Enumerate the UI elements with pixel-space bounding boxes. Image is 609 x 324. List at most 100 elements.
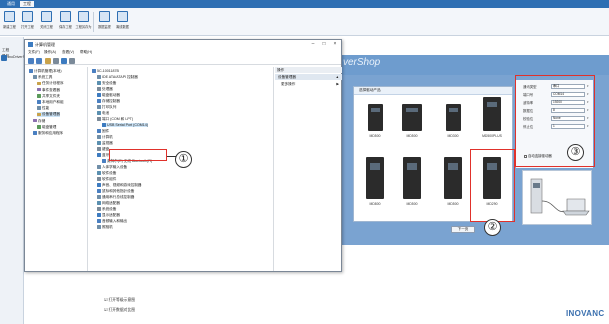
device-tree-item[interactable]: 存储控制器: [97, 99, 120, 104]
device-tree-item[interactable]: 处理器: [97, 87, 113, 92]
back-icon[interactable]: [28, 58, 34, 64]
drive-icon: [402, 104, 422, 131]
more-actions[interactable]: 更多操作: [281, 82, 295, 87]
product-md500plus[interactable]: MD500PLUS: [475, 97, 509, 138]
console-tree-item[interactable]: 服务和应用程序: [33, 131, 63, 136]
device-tree-label: USB Serial Port (COM14): [107, 123, 148, 127]
menu-help[interactable]: 帮助(H): [80, 50, 92, 55]
device-tree-item[interactable]: 安全设备: [97, 81, 116, 86]
device-tree-item[interactable]: 5C-1001187B: [92, 69, 119, 73]
console-tree-item[interactable]: 系统工具: [33, 75, 52, 80]
device-tree-item[interactable]: 系统设备: [97, 207, 116, 212]
next-page-button[interactable]: 下一页: [451, 226, 475, 233]
device-tree-item[interactable]: 软件组件: [97, 177, 116, 182]
product-panel-header: 选择驱动产品: [354, 87, 512, 95]
save-as-button[interactable]: 工程另存为: [75, 11, 92, 35]
device-tree-icon: [97, 111, 101, 115]
console-tree-item[interactable]: 事件查看器: [37, 88, 60, 93]
close-project-button[interactable]: 关闭工程: [38, 11, 55, 35]
console-tree-item[interactable]: 计算机管理(本地): [29, 69, 62, 74]
device-tree-item[interactable]: 音频输入和输出: [97, 219, 127, 224]
product-md500-a[interactable]: MD500: [358, 104, 392, 138]
device-tree-label: 通用串行总线控制器: [102, 195, 135, 199]
device-tree-item[interactable]: 固件: [97, 129, 109, 134]
console-tree-item[interactable]: 存储: [33, 119, 45, 124]
connection-diagram: [522, 170, 592, 225]
device-tree-item[interactable]: 蓝牙: [97, 153, 109, 158]
highlight-md290-product: [470, 149, 515, 222]
console-tree-item[interactable]: 设备管理器: [37, 112, 60, 118]
product-md500-b[interactable]: MD500: [395, 104, 429, 138]
device-tree-icon: [97, 189, 101, 193]
device-tree-item[interactable]: 软件设备: [97, 171, 116, 176]
product-md300[interactable]: MD300: [436, 104, 470, 138]
product-md500-d[interactable]: MD500: [436, 157, 470, 206]
product-md500-c[interactable]: MD500: [395, 157, 429, 206]
help-icon[interactable]: [61, 58, 67, 64]
console-tree-item[interactable]: 磁盘管理: [37, 125, 56, 130]
callout-3: ③: [567, 144, 584, 161]
device-tree-item[interactable]: 键盘: [97, 147, 109, 152]
device-tree-item[interactable]: 通用串行总线控制器: [97, 195, 134, 200]
console-tree-label: 计算机管理(本地): [34, 69, 62, 73]
actions-section[interactable]: 设备管理器 ▲: [275, 74, 342, 80]
save-project-button[interactable]: 保存工程: [57, 11, 74, 35]
option-open-data-compare[interactable]: ☑ 打开数据对比图: [104, 307, 135, 313]
minimize-icon[interactable]: –: [308, 41, 318, 48]
chevron-right-icon: ▶: [336, 82, 339, 86]
menu-action[interactable]: 操作(A): [44, 50, 56, 55]
device-tree-item[interactable]: 监视器: [97, 141, 113, 146]
device-tree-item[interactable]: 打印队列: [97, 105, 116, 110]
device-tree-item[interactable]: IDE ATA/ATAPI 控制器: [97, 75, 138, 80]
console-tree-item[interactable]: 共享文件夹: [37, 94, 60, 99]
device-tree-item[interactable]: 电池: [97, 111, 109, 116]
actions-header: 操作: [275, 67, 342, 73]
offline-data-button[interactable]: 离线数据: [114, 11, 131, 35]
data-monitor-button[interactable]: 数据监视: [96, 11, 113, 35]
device-tree-item[interactable]: 声音、视频和游戏控制器: [97, 183, 142, 188]
console-tree-icon: [37, 125, 41, 129]
monitor-icon[interactable]: [69, 58, 75, 64]
open-project-button[interactable]: 打开工程: [19, 11, 36, 35]
console-tree-item[interactable]: 性能: [37, 106, 49, 111]
ribbon-toolbar: 新建工程 打开工程 关闭工程 保存工程 工程另存为 数据监视 离线数据: [0, 8, 609, 36]
product-md800[interactable]: MD800: [358, 157, 392, 206]
close-icon[interactable]: ×: [330, 41, 340, 48]
device-tree-icon: [97, 75, 101, 79]
device-tree-item[interactable]: 鼠标和其他指针设备: [97, 189, 134, 194]
device-tree-label: 安全设备: [102, 81, 117, 85]
tab-general[interactable]: 通用: [4, 1, 18, 7]
properties-icon[interactable]: [53, 58, 59, 64]
device-tree-label: 端口 (COM 和 LPT): [102, 117, 134, 121]
device-tree-icon: [97, 87, 101, 91]
forward-icon[interactable]: [36, 58, 42, 64]
device-tree-item[interactable]: USB Serial Port (COM14): [102, 123, 148, 127]
menu-view[interactable]: 查看(V): [62, 50, 74, 55]
menu-file[interactable]: 文件(F): [28, 50, 40, 55]
device-tree-item[interactable]: 照相机: [97, 225, 113, 230]
maximize-icon[interactable]: □: [319, 41, 329, 48]
device-tree-icon: [97, 117, 101, 121]
console-tree-icon: [37, 87, 41, 92]
console-tree-icon: [29, 69, 33, 73]
device-tree-item[interactable]: 显示适配器: [97, 213, 120, 218]
folder-icon[interactable]: [45, 58, 51, 64]
console-tree-item[interactable]: 任务计划程序: [37, 81, 64, 86]
device-tree-item[interactable]: 磁盘驱动器: [97, 93, 120, 98]
device-tree-item[interactable]: 端口 (COM 和 LPT): [97, 117, 133, 122]
save-project-icon: [60, 11, 71, 22]
console-tree-icon: [37, 100, 41, 104]
option-open-level-diagram[interactable]: ☑ 打开等级示意图: [104, 297, 135, 303]
new-project-button[interactable]: 新建工程: [1, 11, 18, 35]
tab-project[interactable]: 工程: [20, 1, 34, 7]
console-tree-item[interactable]: 本地用户和组: [37, 100, 64, 105]
console-tree-label: 设备管理器: [42, 112, 60, 117]
device-tree-item[interactable]: 人体学输入设备: [97, 165, 127, 170]
open-project-icon: [22, 11, 33, 22]
device-tree-item[interactable]: 计算机: [97, 135, 113, 140]
device-tree-label: 照相机: [102, 225, 113, 229]
device-tree-item[interactable]: 网络适配器: [97, 201, 120, 206]
menu-bar: 文件(F) 操作(A) 查看(V) 帮助(H): [25, 50, 341, 56]
callout-1: ①: [175, 151, 192, 168]
device-tree-icon: [97, 99, 101, 103]
